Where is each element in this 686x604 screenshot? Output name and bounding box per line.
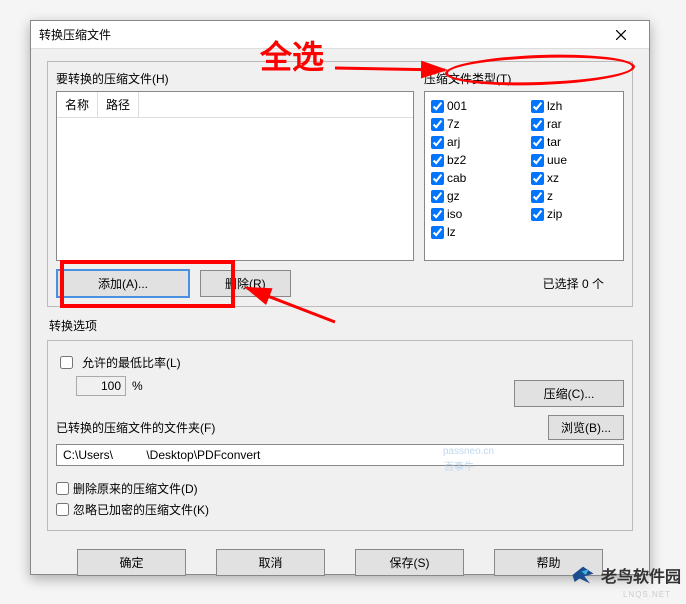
- type-7z[interactable]: 7z: [431, 116, 501, 132]
- checkbox-uue[interactable]: [531, 154, 544, 167]
- bottom-buttons: 确定 取消 保存(S) 帮助: [47, 541, 633, 584]
- checkbox-7z[interactable]: [431, 118, 444, 131]
- type-z[interactable]: z: [531, 188, 601, 204]
- type-zip[interactable]: zip: [531, 206, 601, 222]
- checkbox-gz[interactable]: [431, 190, 444, 203]
- skip-encrypted-checkbox[interactable]: [56, 503, 69, 516]
- dialog-title: 转换压缩文件: [39, 26, 601, 43]
- allow-min-ratio-checkbox[interactable]: [60, 356, 73, 369]
- folder-path-input[interactable]: [56, 444, 624, 466]
- type-uue[interactable]: uue: [531, 152, 601, 168]
- type-gz[interactable]: gz: [431, 188, 501, 204]
- compress-button[interactable]: 压缩(C)...: [514, 380, 624, 407]
- convert-archive-dialog: 转换压缩文件 要转换的压缩文件(H) 名称 路径 压缩文件类型(T): [30, 20, 650, 575]
- conversion-options-label: 转换选项: [49, 317, 633, 334]
- type-001[interactable]: 001: [431, 98, 501, 114]
- type-cab[interactable]: cab: [431, 170, 501, 186]
- close-icon: [616, 30, 626, 40]
- files-to-convert-section: 要转换的压缩文件(H) 名称 路径: [56, 70, 414, 261]
- checkbox-arj[interactable]: [431, 136, 444, 149]
- archive-types-label: 压缩文件类型(T): [424, 70, 624, 87]
- logo-text: 老鸟软件园: [601, 563, 681, 587]
- remove-button[interactable]: 删除(R): [200, 270, 291, 297]
- col-path[interactable]: 路径: [98, 92, 139, 117]
- logo-bird-icon: [569, 561, 597, 589]
- type-iso[interactable]: iso: [431, 206, 501, 222]
- folder-section: 已转换的压缩文件的文件夹(F) 浏览(B)... passneo.cn 百事牛: [56, 415, 624, 466]
- col-name[interactable]: 名称: [57, 92, 98, 117]
- archive-types-list: 001 7z arj bz2 cab gz iso lz lzh rar tar…: [424, 91, 624, 261]
- ratio-input[interactable]: [76, 376, 126, 396]
- delete-original-checkbox[interactable]: [56, 482, 69, 495]
- titlebar: 转换压缩文件: [31, 21, 649, 49]
- archive-types-section: 压缩文件类型(T) 001 7z arj bz2 cab gz iso lz l…: [424, 70, 624, 261]
- checkbox-rar[interactable]: [531, 118, 544, 131]
- type-tar[interactable]: tar: [531, 134, 601, 150]
- main-fieldset: 要转换的压缩文件(H) 名称 路径 压缩文件类型(T) 001 7z arj: [47, 61, 633, 307]
- type-lzh[interactable]: lzh: [531, 98, 601, 114]
- type-rar[interactable]: rar: [531, 116, 601, 132]
- type-xz[interactable]: xz: [531, 170, 601, 186]
- selected-count: 已选择 0 个: [543, 275, 604, 292]
- type-arj[interactable]: arj: [431, 134, 501, 150]
- checkbox-lzh[interactable]: [531, 100, 544, 113]
- file-listview[interactable]: 名称 路径: [56, 91, 414, 261]
- watermark-2: 百事牛: [444, 458, 474, 473]
- listview-header: 名称 路径: [57, 92, 413, 118]
- save-button[interactable]: 保存(S): [355, 549, 464, 576]
- watermark-1: passneo.cn: [443, 446, 494, 457]
- site-logo: 老鸟软件园: [569, 561, 681, 589]
- checkbox-lz[interactable]: [431, 226, 444, 239]
- checkbox-bz2[interactable]: [431, 154, 444, 167]
- checkbox-iso[interactable]: [431, 208, 444, 221]
- converted-folder-label: 已转换的压缩文件的文件夹(F): [56, 419, 548, 436]
- files-to-convert-label: 要转换的压缩文件(H): [56, 70, 414, 87]
- skip-encrypted-label: 忽略已加密的压缩文件(K): [73, 501, 209, 518]
- delete-original-label: 删除原来的压缩文件(D): [73, 480, 198, 497]
- type-lz[interactable]: lz: [431, 224, 501, 240]
- checkbox-zip[interactable]: [531, 208, 544, 221]
- close-button[interactable]: [601, 21, 641, 49]
- options-fieldset: 允许的最低比率(L) % 压缩(C)... 已转换的压缩文件的文件夹(F) 浏览…: [47, 340, 633, 531]
- checkbox-cab[interactable]: [431, 172, 444, 185]
- logo-sub: LNQS.NET: [623, 590, 671, 599]
- add-button[interactable]: 添加(A)...: [56, 269, 190, 298]
- ok-button[interactable]: 确定: [77, 549, 186, 576]
- percent-label: %: [132, 379, 143, 393]
- checkbox-xz[interactable]: [531, 172, 544, 185]
- cancel-button[interactable]: 取消: [216, 549, 325, 576]
- checkbox-tar[interactable]: [531, 136, 544, 149]
- dialog-content: 要转换的压缩文件(H) 名称 路径 压缩文件类型(T) 001 7z arj: [31, 49, 649, 596]
- allow-min-ratio-label: 允许的最低比率(L): [82, 354, 181, 371]
- browse-button[interactable]: 浏览(B)...: [548, 415, 624, 440]
- type-bz2[interactable]: bz2: [431, 152, 501, 168]
- checkbox-z[interactable]: [531, 190, 544, 203]
- checkbox-001[interactable]: [431, 100, 444, 113]
